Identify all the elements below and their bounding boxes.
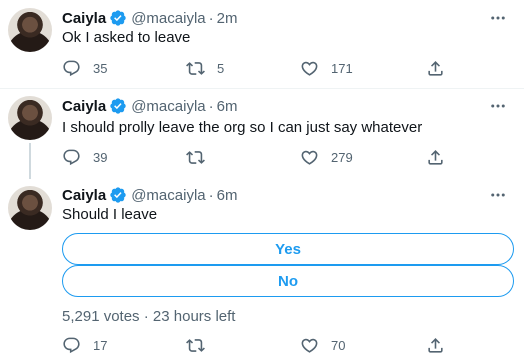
- share-icon: [428, 60, 443, 76]
- avatar[interactable]: [8, 8, 52, 52]
- avatar[interactable]: [8, 96, 52, 140]
- timestamp[interactable]: 2m: [217, 10, 238, 27]
- retweet-icon: [186, 61, 205, 75]
- retweet-icon: [186, 338, 205, 352]
- reply-count: 35: [93, 60, 108, 76]
- display-name[interactable]: Caiyla: [62, 10, 106, 27]
- reply-icon: [63, 60, 80, 76]
- retweet-button[interactable]: 5: [186, 56, 224, 80]
- reply-count: 17: [93, 337, 108, 353]
- user-handle[interactable]: @macaiyla: [131, 98, 205, 115]
- share-icon: [428, 337, 443, 353]
- heart-icon: [301, 150, 318, 165]
- thread-connector-line: [29, 143, 31, 179]
- avatar[interactable]: [8, 186, 52, 230]
- reply-button[interactable]: 17: [62, 333, 107, 357]
- retweet-count: 5: [217, 60, 225, 76]
- poll-option-yes[interactable]: Yes: [62, 233, 514, 265]
- poll-time-left: 23 hours left: [152, 308, 236, 325]
- reply-button[interactable]: 35: [62, 56, 107, 80]
- tweet-text: Should I leave: [62, 206, 158, 223]
- display-name[interactable]: Caiyla: [62, 187, 106, 204]
- poll-vote-count: 5,291 votes: [62, 308, 140, 325]
- retweet-button[interactable]: [186, 145, 217, 169]
- share-icon: [428, 149, 443, 165]
- heart-icon: [301, 61, 318, 76]
- tweet-2[interactable]: Caiyla @macaiyla · 6m I should prolly le…: [0, 89, 524, 179]
- like-button[interactable]: 279: [300, 145, 353, 169]
- heart-icon: [301, 338, 318, 353]
- verified-badge-icon: [110, 10, 126, 26]
- tweet-actions: 17 70: [56, 333, 456, 357]
- separator-dot: ·: [208, 9, 214, 27]
- like-count: 171: [331, 60, 353, 76]
- share-button[interactable]: [426, 56, 445, 80]
- like-count: 279: [331, 149, 353, 165]
- separator-dot: ·: [143, 308, 149, 325]
- like-count: 70: [331, 337, 346, 353]
- share-button[interactable]: [426, 145, 445, 169]
- reply-icon: [63, 149, 80, 165]
- tweet-actions: 35 5 171: [56, 56, 456, 80]
- timestamp[interactable]: 6m: [217, 98, 238, 115]
- user-handle[interactable]: @macaiyla: [131, 187, 205, 204]
- separator-dot: ·: [208, 186, 214, 204]
- retweet-button[interactable]: [186, 333, 217, 357]
- display-name[interactable]: Caiyla: [62, 98, 106, 115]
- tweet-1[interactable]: Caiyla @macaiyla · 2m Ok I asked to leav…: [0, 0, 524, 88]
- reply-icon: [63, 337, 80, 353]
- reply-count: 39: [93, 149, 108, 165]
- tweet-actions: 39 279: [56, 145, 456, 169]
- tweet-3[interactable]: Caiyla @macaiyla · 6m Should I leave Yes…: [0, 179, 524, 363]
- user-handle[interactable]: @macaiyla: [131, 10, 205, 27]
- poll-meta: 5,291 votes · 23 hours left: [62, 308, 235, 325]
- more-options-icon[interactable]: [488, 8, 508, 28]
- verified-badge-icon: [110, 98, 126, 114]
- verified-badge-icon: [110, 187, 126, 203]
- like-button[interactable]: 171: [300, 56, 353, 80]
- tweet-header: Caiyla @macaiyla · 2m: [62, 8, 237, 28]
- like-button[interactable]: 70: [300, 333, 345, 357]
- more-options-icon[interactable]: [488, 96, 508, 116]
- more-options-icon[interactable]: [488, 185, 508, 205]
- retweet-icon: [186, 150, 205, 164]
- tweet-header: Caiyla @macaiyla · 6m: [62, 96, 237, 116]
- reply-button[interactable]: 39: [62, 145, 107, 169]
- separator-dot: ·: [208, 97, 214, 115]
- share-button[interactable]: [426, 333, 445, 357]
- timestamp[interactable]: 6m: [217, 187, 238, 204]
- tweet-text: I should prolly leave the org so I can j…: [62, 119, 423, 136]
- tweet-header: Caiyla @macaiyla · 6m: [62, 185, 237, 205]
- poll-option-no[interactable]: No: [62, 265, 514, 297]
- tweet-text: Ok I asked to leave: [62, 29, 191, 46]
